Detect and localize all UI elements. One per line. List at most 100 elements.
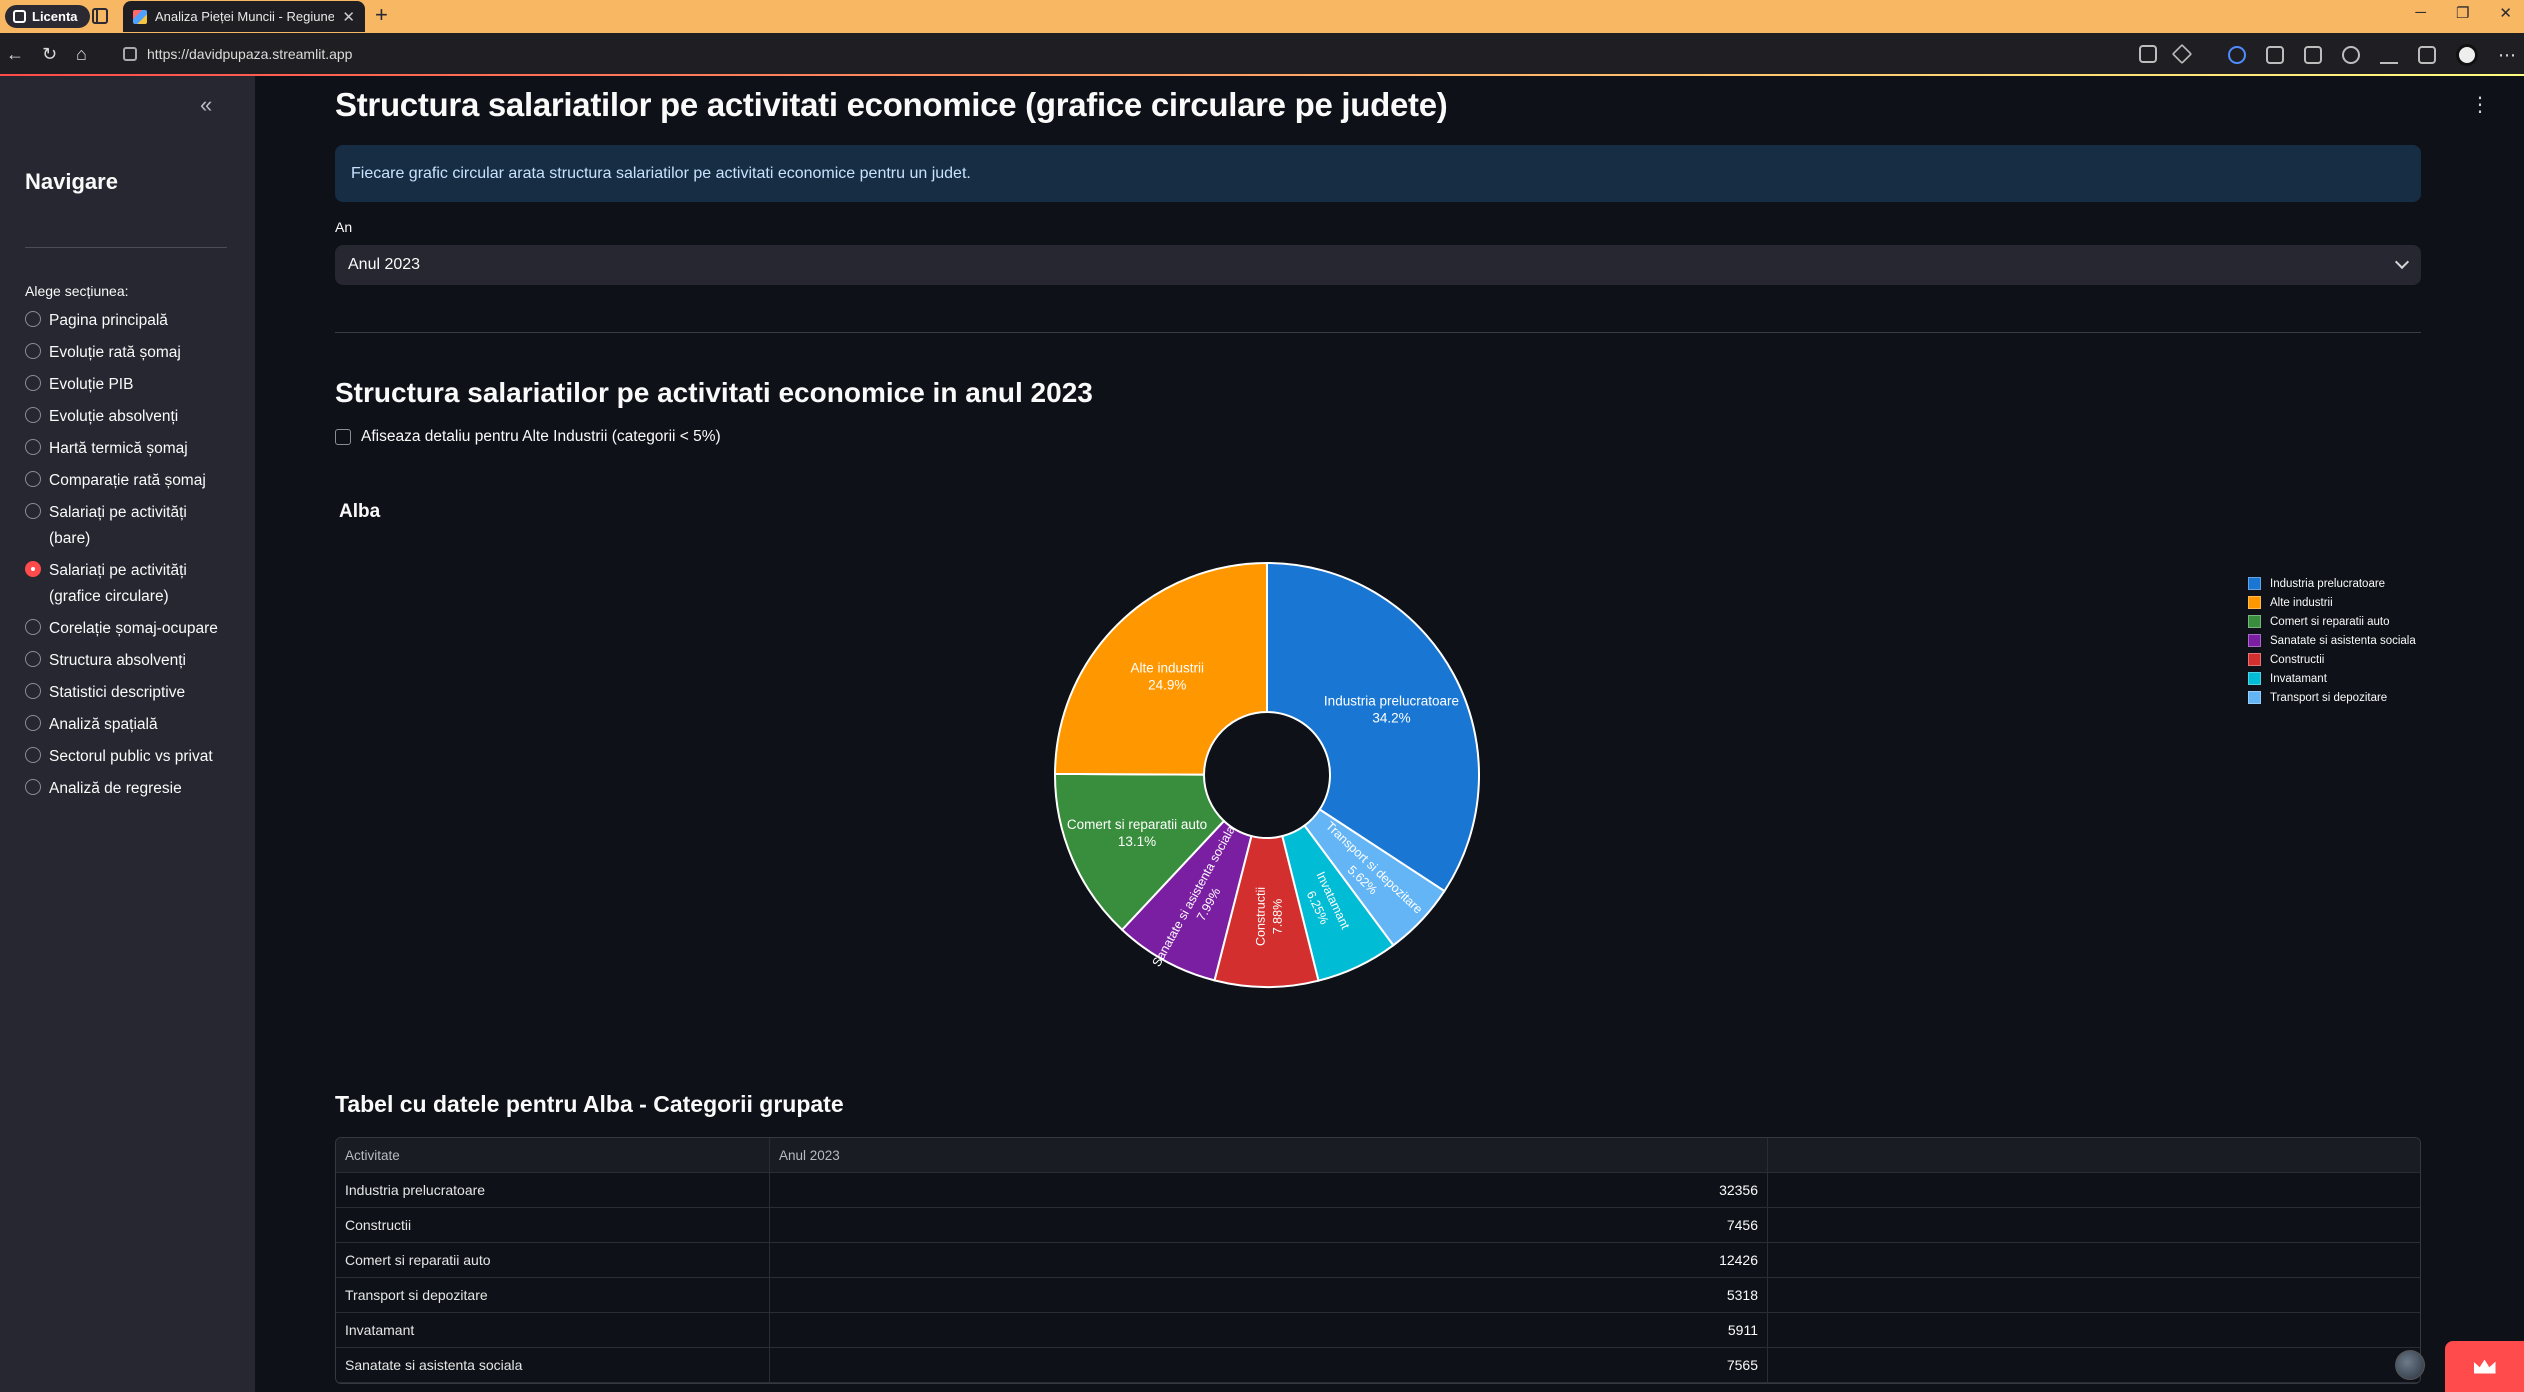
table-cell-activity[interactable]: Constructii [336,1208,770,1242]
radio-icon[interactable] [25,683,41,699]
pie-chart-card: Industria prelucratoare 34.2% Transport si… [335,486,2421,1086]
table-row[interactable]: Comert si reparatii auto 12426 [336,1243,2420,1278]
sidebar-radio-item[interactable]: Sectorul public vs privat [25,744,230,770]
slice-label-percent: 13.1% [1118,834,1156,849]
sidebar-radio-item[interactable]: Hartă termică șomaj [25,436,230,462]
table-row[interactable]: Constructii 7456 [336,1208,2420,1243]
app-install-icon[interactable] [2139,45,2157,63]
history-icon[interactable] [2342,46,2360,64]
legend-item[interactable]: Industria prelucratoare [2248,574,2416,593]
sidebar-radio-item[interactable]: Evoluție PIB [25,372,230,398]
minimize-icon[interactable]: ─ [2415,4,2426,22]
legend-swatch [2248,634,2261,647]
browser-menu-icon[interactable]: ⋯ [2498,46,2516,64]
table-cell-activity[interactable]: Industria prelucratoare [336,1173,770,1207]
sidebar-radio-item[interactable]: Evoluție absolvenți [25,404,230,430]
radio-icon[interactable] [25,471,41,487]
site-info-icon[interactable] [123,47,137,61]
reload-icon[interactable]: ↻ [42,42,57,66]
viewer-avatar[interactable] [2395,1350,2425,1380]
detail-checkbox[interactable] [335,429,351,445]
table-row[interactable]: Sanatate si asistenta sociala 7565 [336,1348,2420,1383]
table-header-cell[interactable]: Anul 2023 [770,1138,1768,1172]
pie-chart[interactable]: Industria prelucratoare 34.2% Transport si… [335,486,2421,1086]
table-cell-activity[interactable]: Invatamant [336,1313,770,1347]
legend-item[interactable]: Invatamant [2248,669,2416,688]
sidebar-radio-item[interactable]: Analiză de regresie [25,776,230,802]
downloads-icon[interactable] [2380,46,2398,64]
sidebar-radio-item[interactable]: Salariați pe activități (grafice circula… [25,558,230,610]
table-cell-value[interactable]: 32356 [770,1173,1768,1207]
table-cell-activity[interactable]: Transport si depozitare [336,1278,770,1312]
legend-item[interactable]: Transport si depozitare [2248,688,2416,707]
home-icon[interactable]: ⌂ [76,42,87,66]
window-close-icon[interactable]: ✕ [2499,4,2512,22]
sidebar-radio-item[interactable]: Analiză spațială [25,712,230,738]
table-cell-empty [1768,1173,2420,1207]
collapse-sidebar-icon[interactable]: « [200,92,212,118]
radio-icon[interactable] [25,503,41,519]
url-text[interactable]: https://davidpupaza.streamlit.app [147,46,352,62]
detail-checkbox-row[interactable]: Afiseaza detaliu pentru Alte Industrii (… [335,428,721,446]
legend-item[interactable]: Comert si reparatii auto [2248,612,2416,631]
legend-item[interactable]: Alte industrii [2248,593,2416,612]
puzzle-icon[interactable] [2266,46,2284,64]
sidebar-radio-item[interactable]: Evoluție rată șomaj [25,340,230,366]
table-cell-value[interactable]: 7456 [770,1208,1768,1242]
sidebar-radio-item[interactable]: Structura absolvenți [25,648,230,674]
radio-icon[interactable] [25,311,41,327]
legend-label: Alte industrii [2270,596,2333,609]
radio-icon[interactable] [25,439,41,455]
favorite-star-icon[interactable] [2171,43,2193,65]
radio-icon[interactable] [25,343,41,359]
table-row[interactable]: Industria prelucratoare 32356 [336,1173,2420,1208]
browser-essentials-icon[interactable] [2418,46,2436,64]
legend-swatch [2248,577,2261,590]
radio-icon[interactable] [25,651,41,667]
new-tab-icon[interactable]: + [375,4,388,26]
sidebar-radio-item[interactable]: Salariați pe activități (bare) [25,500,230,552]
table-cell-value[interactable]: 7565 [770,1348,1768,1382]
chevron-down-icon [2394,254,2410,270]
profile-button[interactable]: Licenta [5,5,90,28]
slice-label-name: Alte industrii [1130,661,1204,676]
tab-list-icon[interactable] [92,8,108,24]
sidebar-radio-item[interactable]: Pagina principală [25,308,230,334]
table-cell-activity[interactable]: Comert si reparatii auto [336,1243,770,1277]
slice-label-percent: 34.2% [1372,711,1410,726]
legend-item[interactable]: Sanatate si asistenta sociala [2248,631,2416,650]
sidebar-radio-item[interactable]: Comparație rată șomaj [25,468,230,494]
table-row[interactable]: Invatamant 5911 [336,1313,2420,1348]
legend-label: Invatamant [2270,672,2327,685]
sidebar-radio-item[interactable]: Statistici descriptive [25,680,230,706]
table-row[interactable]: Transport si depozitare 5318 [336,1278,2420,1313]
year-select[interactable]: Anul 2023 [335,245,2421,285]
tab-close-icon[interactable]: ✕ [342,8,355,26]
restore-icon[interactable]: ❐ [2456,4,2469,22]
streamlit-badge[interactable] [2445,1341,2524,1392]
extension-icon[interactable] [2228,46,2246,64]
app-menu-icon[interactable]: ⋮ [2470,92,2490,117]
address-bar[interactable]: https://davidpupaza.streamlit.app [113,39,2195,69]
radio-icon[interactable] [25,619,41,635]
favorites-icon[interactable] [2304,46,2322,64]
radio-selected-icon[interactable] [25,561,41,577]
radio-icon[interactable] [25,715,41,731]
page-title: Structura salariatilor pe activitati eco… [335,86,1448,123]
browser-tab[interactable]: Analiza Pieței Muncii - Regiunea C ✕ [123,1,365,32]
data-table[interactable]: Activitate Anul 2023 Industria prelucrat… [335,1137,2421,1384]
account-avatar[interactable] [2456,44,2478,66]
radio-icon[interactable] [25,747,41,763]
radio-icon[interactable] [25,779,41,795]
table-cell-value[interactable]: 12426 [770,1243,1768,1277]
table-header-cell[interactable]: Activitate [336,1138,770,1172]
table-cell-value[interactable]: 5911 [770,1313,1768,1347]
radio-icon[interactable] [25,375,41,391]
table-cell-activity[interactable]: Sanatate si asistenta sociala [336,1348,770,1382]
radio-icon[interactable] [25,407,41,423]
back-icon[interactable]: ← [6,42,24,66]
sidebar-radio-label: Statistici descriptive [49,684,186,701]
table-cell-value[interactable]: 5318 [770,1278,1768,1312]
legend-item[interactable]: Constructii [2248,650,2416,669]
sidebar-radio-item[interactable]: Corelație șomaj-ocupare [25,616,230,642]
